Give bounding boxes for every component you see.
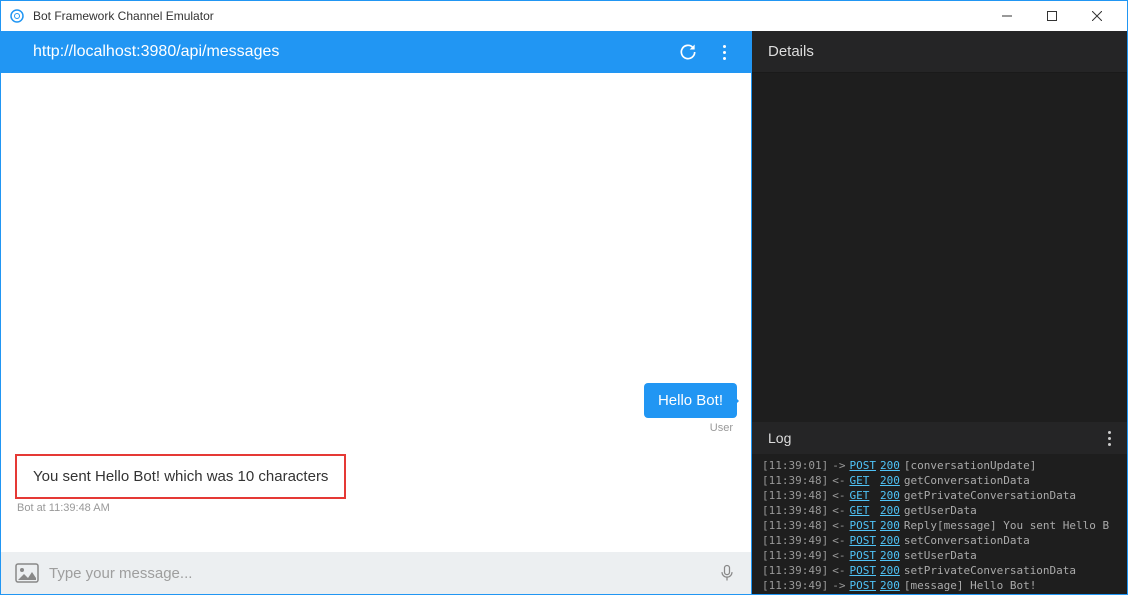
log-header: Log [752, 422, 1127, 454]
app-icon [9, 8, 25, 24]
log-more-icon[interactable] [1108, 431, 1111, 446]
log-body: [11:39:01]->POST200[conversationUpdate] … [752, 454, 1127, 594]
more-icon[interactable] [713, 41, 735, 63]
log-entry[interactable]: [11:39:48]<-GET 200getPrivateConversatio… [762, 488, 1117, 503]
close-button[interactable] [1074, 2, 1119, 30]
maximize-button[interactable] [1029, 2, 1074, 30]
inspector-pane: Details Log [11:39:01]->POST200[conversa… [752, 31, 1127, 594]
log-entry[interactable]: [11:39:49]<-POST200setPrivateConversatio… [762, 563, 1117, 578]
log-entry[interactable]: [11:39:01]->POST200[conversationUpdate] [762, 458, 1117, 473]
chat-messages: Hello Bot! User You sent Hello Bot! whic… [1, 73, 751, 552]
log-entry[interactable]: [11:39:49]<-POST200setConversationData [762, 533, 1117, 548]
bot-message-bubble[interactable]: You sent Hello Bot! which was 10 charact… [15, 454, 346, 499]
refresh-icon[interactable] [677, 41, 699, 63]
details-header: Details [752, 31, 1127, 73]
log-entry[interactable]: [11:39:49]->POST200[message] Hello Bot! [762, 578, 1117, 593]
titlebar: Bot Framework Channel Emulator [1, 1, 1127, 31]
app-window: Bot Framework Channel Emulator http://lo… [0, 0, 1128, 595]
details-body [752, 73, 1127, 422]
details-title: Details [768, 43, 814, 60]
image-attach-icon[interactable] [15, 563, 39, 583]
address-bar: http://localhost:3980/api/messages [1, 31, 751, 73]
bot-message-wrap: You sent Hello Bot! which was 10 charact… [15, 454, 346, 514]
minimize-button[interactable] [984, 2, 1029, 30]
message-input-bar [1, 552, 751, 594]
message-input[interactable] [49, 565, 717, 582]
log-title: Log [768, 430, 791, 446]
user-label: User [644, 422, 733, 434]
window-title: Bot Framework Channel Emulator [33, 9, 984, 23]
user-message-bubble[interactable]: Hello Bot! [644, 383, 737, 418]
log-entry[interactable]: [11:39:48]<-GET 200getUserData [762, 503, 1117, 518]
chat-pane: http://localhost:3980/api/messages Hello… [1, 31, 752, 594]
endpoint-url[interactable]: http://localhost:3980/api/messages [33, 43, 663, 61]
microphone-icon[interactable] [717, 563, 737, 583]
user-message-wrap: Hello Bot! User [644, 383, 737, 434]
log-entry[interactable]: [11:39:49]<-POST200setUserData [762, 548, 1117, 563]
bot-label: Bot at 11:39:48 AM [17, 502, 346, 514]
content-area: http://localhost:3980/api/messages Hello… [1, 31, 1127, 594]
log-entry[interactable]: [11:39:48]<-GET 200getConversationData [762, 473, 1117, 488]
window-controls [984, 2, 1119, 30]
log-entry[interactable]: [11:39:48]<-POST200Reply[message] You se… [762, 518, 1117, 533]
